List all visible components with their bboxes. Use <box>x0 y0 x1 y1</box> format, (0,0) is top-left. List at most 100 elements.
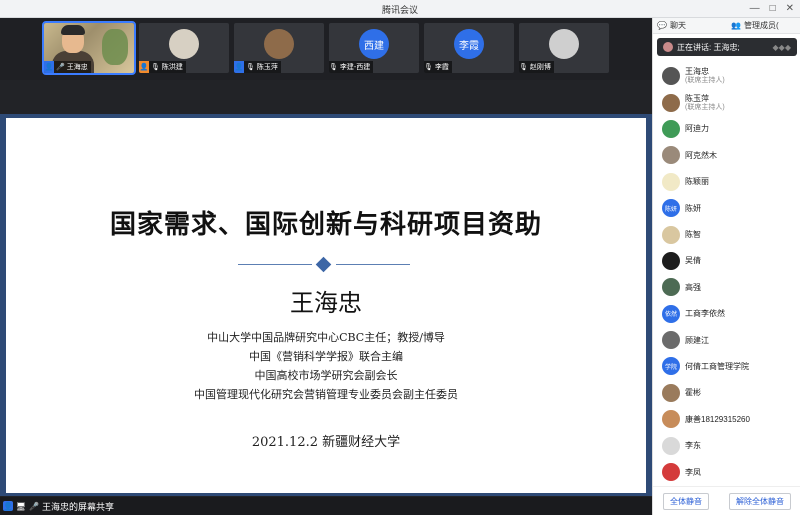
participant-name: 李东 <box>685 441 701 451</box>
mic-icon: 🎤 <box>29 501 39 511</box>
video-tile-5[interactable]: 🎙 赵刚博 <box>519 23 609 73</box>
participant-name: 霍彬 <box>685 388 701 398</box>
share-status-text: 王海忠的屏幕共享 <box>42 501 115 512</box>
avatar <box>662 251 680 270</box>
avatar <box>662 119 680 138</box>
participant-name: 康善18129315260 <box>685 414 750 424</box>
member-actions: 全体静音 解除全体静音 <box>653 486 800 515</box>
participant-name: 何倩工商管理学院 <box>685 361 749 371</box>
participant-name: 李凤 <box>685 467 701 477</box>
tile-name: 赵刚博 <box>529 64 551 71</box>
title-bar: 腾讯会议 — □ ✕ <box>0 0 800 18</box>
panel-tabs: 💬 聊天 👥 管理成员( <box>653 18 800 34</box>
participant-item[interactable]: 陈颖丽 <box>653 169 800 195</box>
mute-all-button[interactable]: 全体静音 <box>663 492 709 510</box>
participant-name: 陈智 <box>685 230 701 240</box>
tab-chat[interactable]: 💬 聊天 <box>653 18 727 33</box>
participant-item[interactable]: 李东 <box>653 432 800 458</box>
speaker-title: 中山大学中国品牌研究中心CBC主任；教授/博导 <box>207 331 445 344</box>
participant-item[interactable]: 学院 何倩工商管理学院 <box>653 353 800 379</box>
side-panel: 💬 聊天 👥 管理成员( 正在讲话: 王海忠; ◆◆◆ 王海忠 (联席主持人) 陈… <box>652 18 800 515</box>
video-tile-1[interactable]: 👤 🎙 陈洪建 <box>139 23 229 73</box>
participant-name: 王海忠 <box>685 67 709 77</box>
video-tile-2[interactable]: 👤 🎙 陈玉萍 <box>234 23 324 73</box>
maximize-icon[interactable]: □ <box>770 2 776 15</box>
mic-muted-icon: 🎙 <box>329 64 338 71</box>
participant-item[interactable]: 陈玉萍 (联席主持人) <box>653 89 800 115</box>
video-gallery: 👤 🎤 王海忠 👤 🎙 陈洪建 👤 🎙 陈玉萍 西建 🎙 李建-西建 李霞 🎙 … <box>0 18 652 80</box>
participant-item[interactable]: 霍彬 <box>653 380 800 406</box>
tile-nameplate: 🎙 李霞 <box>424 61 452 73</box>
audio-wave-icon: ◆◆◆ <box>772 42 791 52</box>
unmute-all-button[interactable]: 解除全体静音 <box>729 492 791 510</box>
speaker-title: 中国《营销科学学报》联合主编 <box>249 350 403 363</box>
participant-name: 吴倩 <box>685 256 701 266</box>
tile-nameplate: 🎙 赵刚博 <box>519 61 554 73</box>
tile-name: 王海忠 <box>66 64 88 71</box>
participant-name: 高强 <box>685 282 701 292</box>
avatar <box>662 93 680 112</box>
speaking-text: 正在讲话: 王海忠; <box>677 42 740 52</box>
participant-item[interactable]: 李凤 <box>653 459 800 483</box>
minimize-icon[interactable]: — <box>750 2 760 15</box>
shared-slide: 国家需求、国际创新与科研项目资助 王海忠 中山大学中国品牌研究中心CBC主任；教… <box>6 118 646 493</box>
diamond-icon <box>315 256 332 273</box>
tile-name: 李霞 <box>434 64 449 71</box>
participant-item[interactable]: 康善18129315260 <box>653 406 800 432</box>
avatar <box>662 278 680 297</box>
mic-muted-icon: 🎙 <box>424 64 433 71</box>
host-icon: 👤 <box>44 61 54 73</box>
speaking-indicator: 正在讲话: 王海忠; ◆◆◆ <box>657 38 797 56</box>
participant-item[interactable]: 依然 工商李依然 <box>653 301 800 327</box>
host-icon: 👤 <box>139 61 149 73</box>
avatar <box>264 29 294 59</box>
host-icon: 👤 <box>3 501 13 511</box>
video-tile-4[interactable]: 李霞 🎙 李霞 <box>424 23 514 73</box>
members-icon: 👥 <box>731 21 741 30</box>
avatar <box>549 29 579 59</box>
avatar: 学院 <box>662 357 680 376</box>
participant-name: 顾建江 <box>685 335 709 345</box>
avatar <box>662 436 680 455</box>
participant-role: (联席主持人) <box>685 103 725 111</box>
chat-icon: 💬 <box>657 21 667 30</box>
participant-item[interactable]: 吴倩 <box>653 248 800 274</box>
participant-name: 陈颖丽 <box>685 177 709 187</box>
video-tile-3[interactable]: 西建 🎙 李建-西建 <box>329 23 419 73</box>
participant-item[interactable]: 阿克然木 <box>653 142 800 168</box>
participant-item[interactable]: 顾建江 <box>653 327 800 353</box>
tile-name: 李建-西建 <box>339 64 371 71</box>
main-stage: 👤 🎤 王海忠 👤 🎙 陈洪建 👤 🎙 陈玉萍 西建 🎙 李建-西建 李霞 🎙 … <box>0 18 652 515</box>
avatar: 陈妍 <box>662 199 680 218</box>
video-tile-0[interactable]: 👤 🎤 王海忠 <box>42 21 136 75</box>
tile-nameplate: 👤 🎙 陈玉萍 <box>234 61 281 73</box>
participant-item[interactable]: 陈智 <box>653 221 800 247</box>
avatar <box>662 225 680 244</box>
slide-divider <box>238 256 410 273</box>
close-icon[interactable]: ✕ <box>786 2 794 15</box>
tile-nameplate: 👤 🎙 陈洪建 <box>139 61 186 73</box>
participant-item[interactable]: 阿迪力 <box>653 116 800 142</box>
participant-item[interactable]: 陈妍 陈妍 <box>653 195 800 221</box>
speaker-name: 王海忠 <box>290 289 362 317</box>
participant-item[interactable]: 王海忠 (联席主持人) <box>653 63 800 89</box>
host-icon: 👤 <box>234 61 244 73</box>
speaker-title: 中国高校市场学研究会副会长 <box>254 369 398 382</box>
tab-chat-label: 聊天 <box>669 21 686 30</box>
slide-headline: 国家需求、国际创新与科研项目资助 <box>109 210 542 240</box>
mic-muted-icon: 🎙 <box>246 64 255 71</box>
mic-icon: 🎤 <box>56 64 65 71</box>
tile-nameplate: 👤 🎤 王海忠 <box>44 61 91 73</box>
slide-date-venue: 2021.12.2 新疆财经大学 <box>251 435 401 450</box>
avatar <box>662 331 680 350</box>
participant-name: 阿迪力 <box>685 124 709 134</box>
participant-item[interactable]: 高强 <box>653 274 800 300</box>
window-title: 腾讯会议 <box>381 5 418 15</box>
avatar <box>662 146 680 165</box>
participant-name: 工商李依然 <box>685 309 725 319</box>
tile-name: 陈玉萍 <box>256 64 278 71</box>
tile-nameplate: 🎙 李建-西建 <box>329 61 374 73</box>
avatar <box>662 172 680 191</box>
avatar <box>662 383 680 402</box>
tab-manage-members[interactable]: 👥 管理成员( <box>727 18 800 33</box>
